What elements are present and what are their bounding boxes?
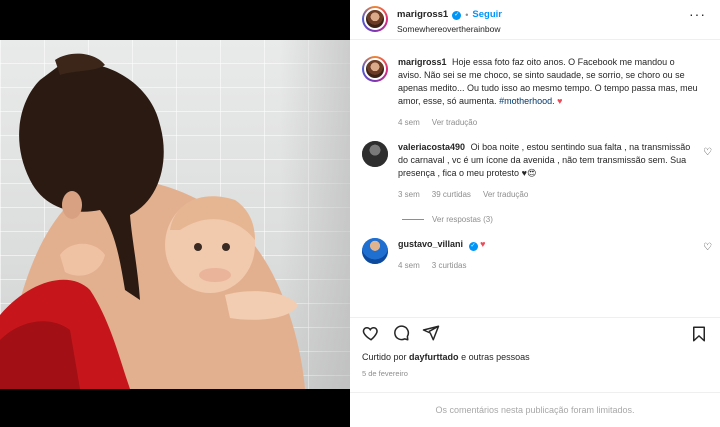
verified-badge-icon: ✓ [468,241,478,251]
view-replies-button[interactable]: Ver respostas (3) [402,215,720,224]
separator-dot: • [465,10,469,20]
comment-username[interactable]: gustavo_villani [398,239,463,249]
post-location[interactable]: Somewhereovertherainbow [397,23,502,35]
commenter-avatar[interactable] [362,141,388,167]
caption: marigross1 Hoje essa foto faz oito anos.… [350,48,720,129]
heart-emoji: ♥ [557,96,563,106]
comments-section: marigross1 Hoje essa foto faz oito anos.… [350,48,720,310]
view-replies-label: Ver respostas (3) [432,215,493,224]
liked-by-summary[interactable]: Curtido por dayfurttado e outras pessoas [362,352,530,362]
post-date[interactable]: 5 de fevereiro [362,369,408,378]
comments-limited-notice: Os comentários nesta publicação foram li… [350,392,720,427]
action-bar [350,317,720,347]
comment-item: valeriacosta490 Oi boa noite , estou sen… [350,129,720,201]
post-header: marigross1 ✓ • Seguir Somewhereoverthera… [350,0,720,40]
comment-item: gustavo_villani ✓ ♥ 4 sem 3 curtidas ♡ [350,224,720,272]
comment-translate-link[interactable]: Ver tradução [483,188,528,201]
follow-button[interactable]: Seguir [472,9,502,21]
bookmark-icon[interactable] [690,325,708,343]
caption-translate-link[interactable]: Ver tradução [432,116,477,129]
caption-time[interactable]: 4 sem [398,116,420,129]
comment-like-heart-icon[interactable]: ♡ [703,242,712,253]
paper-plane-icon[interactable] [422,324,440,342]
mother-and-baby-illustration [0,53,305,389]
post-info-panel: marigross1 ✓ • Seguir Somewhereoverthera… [350,0,720,427]
author-username[interactable]: marigross1 [397,9,448,21]
comment-username[interactable]: valeriacosta490 [398,142,465,152]
comment-time[interactable]: 3 sem [398,188,420,201]
speech-bubble-icon[interactable] [392,324,410,342]
instagram-post: marigross1 ✓ • Seguir Somewhereoverthera… [0,0,720,427]
comment-like-heart-icon[interactable]: ♡ [703,147,712,158]
commenter-avatar[interactable] [362,238,388,264]
comment-time[interactable]: 4 sem [398,259,420,272]
comment-emoji: ♥ [480,239,486,249]
post-media [0,0,350,427]
post-photo[interactable] [0,40,350,389]
comment-likes-count[interactable]: 3 curtidas [432,259,467,272]
author-avatar[interactable] [362,6,388,32]
caption-username[interactable]: marigross1 [398,57,447,67]
comment-emoji: ♥😍 [521,168,537,178]
more-options-icon[interactable]: ··· [689,7,706,21]
caption-hashtag[interactable]: #motherhood. [499,96,555,106]
caption-avatar[interactable] [362,56,388,82]
comment-likes-count[interactable]: 39 curtidas [432,188,471,201]
liked-by-user[interactable]: dayfurttado [409,352,459,362]
heart-outline-icon[interactable] [362,324,380,342]
verified-badge-icon: ✓ [452,10,462,20]
